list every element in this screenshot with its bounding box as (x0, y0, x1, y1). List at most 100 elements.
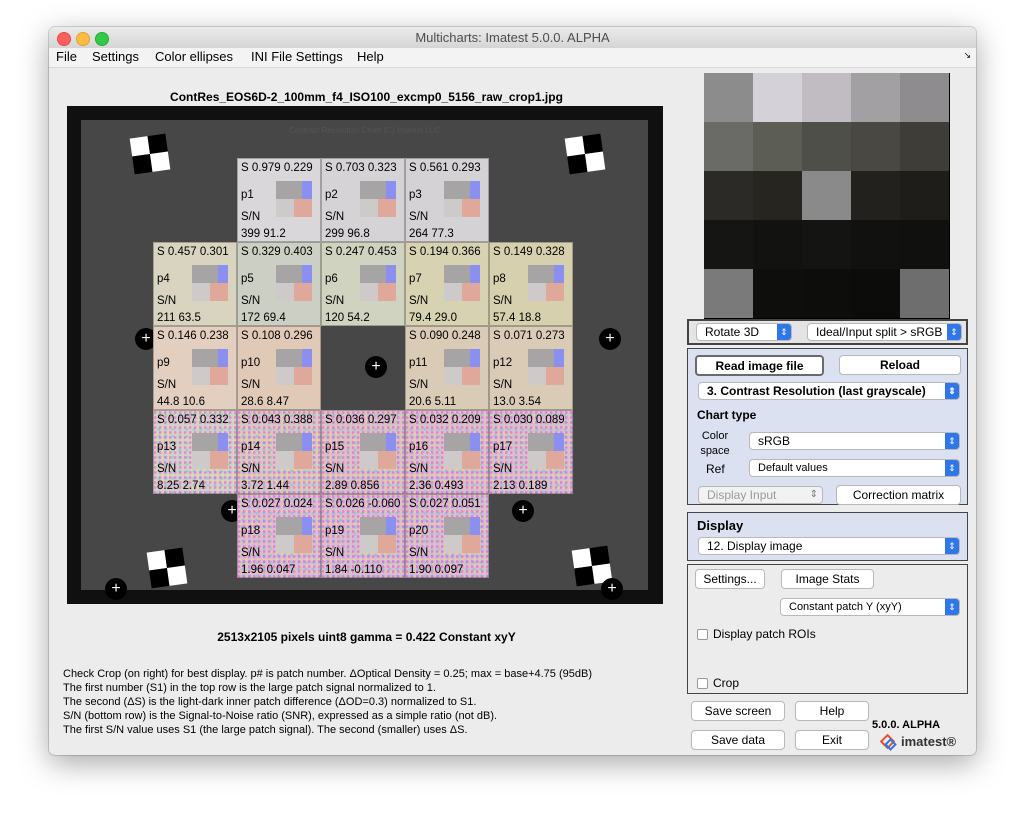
patch-sn-label: S/N (241, 295, 261, 307)
display-input-value: Display Input (707, 488, 777, 502)
title-bar: Multicharts: Imatest 5.0.0. ALPHA (49, 27, 976, 49)
rotate-3d-value: Rotate 3D (705, 325, 760, 339)
chart-patch: S 0.032 0.209 p16 S/N 2.36 0.493 (405, 410, 489, 494)
crop-checkbox[interactable] (697, 678, 708, 689)
patch-sn-label: S/N (493, 295, 513, 307)
patch-sn-values: 2.89 0.856 (325, 480, 380, 492)
thumbnail-cell (753, 122, 802, 171)
chevron-updown-icon: ⇕ (945, 599, 959, 615)
patch-sn-values: 79.4 29.0 (409, 312, 457, 324)
patch-sn-values: 13.0 3.54 (493, 396, 541, 408)
patch-sn-values: 2.13 0.189 (493, 480, 548, 492)
thumbnail-cell (851, 269, 900, 318)
patch-signal: S 0.043 0.388 (241, 414, 313, 426)
chart-select[interactable]: 3. Contrast Resolution (last grayscale) ⇕ (698, 382, 960, 400)
patch-swatch (192, 433, 228, 469)
patch-signal: S 0.457 0.301 (157, 246, 229, 258)
patch-label: p3 (409, 189, 422, 201)
patch-sn-label: S/N (241, 379, 261, 391)
display-select[interactable]: 12. Display image ⇕ (698, 537, 960, 555)
split-select[interactable]: Ideal/Input split > sRGB ⇕ (807, 323, 962, 341)
patch-label: p12 (493, 357, 513, 369)
patch-swatch (444, 181, 480, 217)
window-title: Multicharts: Imatest 5.0.0. ALPHA (415, 30, 610, 45)
reload-button[interactable]: Reload (839, 355, 961, 375)
registration-mark (146, 547, 188, 589)
menu-ini-file-settings[interactable]: INI File Settings (251, 49, 343, 64)
toolbar-toggle-icon[interactable]: ↘ (963, 50, 971, 61)
app-window: Multicharts: Imatest 5.0.0. ALPHA File S… (49, 27, 976, 755)
thumbnail-cell (753, 269, 802, 318)
brand-name: imatest® (901, 734, 957, 749)
menu-file[interactable]: File (56, 49, 77, 64)
help-button[interactable]: Help (795, 701, 869, 721)
ref-select[interactable]: Default values ⇕ (749, 459, 960, 477)
rotate-3d-select[interactable]: Rotate 3D ⇕ (696, 323, 792, 341)
patch-label: p11 (409, 357, 428, 369)
registration-mark (129, 133, 171, 175)
patch-swatch (444, 265, 480, 301)
chart-patch: S 0.149 0.328 p8 S/N 57.4 18.8 (489, 242, 573, 326)
patch-signal: S 0.108 0.296 (241, 330, 313, 342)
contrast-resolution-chart: Contrast Resolution Chart (C) Imatest LL… (81, 120, 648, 600)
chart-patch: S 0.027 0.051 p20 S/N 1.90 0.097 (405, 494, 489, 578)
display-patch-rois-checkbox[interactable] (697, 629, 708, 640)
patch-sn-values: 28.6 8.47 (241, 396, 289, 408)
patch-signal: S 0.071 0.273 (493, 330, 565, 342)
chevron-updown-icon: ⇕ (945, 538, 959, 554)
menu-help[interactable]: Help (357, 49, 384, 64)
exit-button[interactable]: Exit (795, 730, 869, 750)
read-image-file-button[interactable]: Read image file (695, 355, 824, 376)
thumbnail-cell (753, 171, 802, 220)
patch-signal: S 0.030 0.089 (493, 414, 565, 426)
menu-bar: File Settings Color ellipses INI File Se… (49, 48, 976, 68)
patch-signal: S 0.090 0.248 (409, 330, 481, 342)
chevron-updown-icon: ⇕ (947, 324, 961, 340)
patch-sn-label: S/N (409, 211, 429, 223)
patch-label: p8 (493, 273, 506, 285)
thumbnail-cell (802, 122, 851, 171)
thumbnail-cell (851, 171, 900, 220)
patch-label: p5 (241, 273, 254, 285)
display-input-select[interactable]: Display Input ⇕ (698, 486, 823, 504)
patch-signal: S 0.979 0.229 (241, 162, 313, 174)
patch-swatch (276, 181, 312, 217)
patch-label: p19 (325, 525, 345, 537)
thumbnail-cell (900, 220, 949, 269)
patch-signal: S 0.703 0.323 (325, 162, 397, 174)
patch-signal: S 0.026 -0.060 (325, 498, 401, 510)
crosshair-mark: + (512, 500, 534, 522)
thumbnail-cell (802, 171, 851, 220)
patch-sn-label: S/N (325, 295, 345, 307)
crosshair-mark: + (365, 356, 387, 378)
thumbnail-cell (851, 220, 900, 269)
menu-settings[interactable]: Settings (92, 49, 139, 64)
patch-swatch (276, 265, 312, 301)
note-line: Check Crop (on right) for best display. … (63, 668, 592, 680)
patch-signal: S 0.057 0.332 (157, 414, 229, 426)
patch-sn-values: 2.36 0.493 (409, 480, 464, 492)
patch-label: p2 (325, 189, 338, 201)
chevron-updown-icon: ⇕ (945, 383, 959, 399)
save-data-button[interactable]: Save data (691, 730, 785, 750)
thumbnail-cell (704, 122, 753, 171)
correction-matrix-button[interactable]: Correction matrix (836, 485, 961, 505)
menu-color-ellipses[interactable]: Color ellipses (155, 49, 233, 64)
settings-button[interactable]: Settings... (695, 569, 765, 589)
thumbnail-cell (704, 73, 753, 122)
patch-sn-label: S/N (493, 379, 513, 391)
patch-label: p17 (493, 441, 513, 453)
chevron-updown-icon: ⇕ (777, 324, 791, 340)
image-stats-button[interactable]: Image Stats (781, 569, 874, 589)
patch-select[interactable]: Constant patch Y (xyY) ⇕ (780, 598, 960, 616)
note-line: S/N (bottom row) is the Signal-to-Noise … (63, 710, 498, 722)
chart-patch: S 0.043 0.388 p14 S/N 3.72 1.44 (237, 410, 321, 494)
thumbnail-cell (802, 73, 851, 122)
save-screen-button[interactable]: Save screen (691, 701, 785, 721)
thumbnail-cell (900, 171, 949, 220)
patch-sn-values: 1.90 0.097 (409, 564, 464, 576)
chart-patch: S 0.247 0.453 p6 S/N 120 54.2 (321, 242, 405, 326)
thumbnail-cell (753, 73, 802, 122)
color-space-select[interactable]: sRGB ⇕ (749, 432, 960, 450)
patch-select-value: Constant patch Y (xyY) (789, 601, 902, 613)
